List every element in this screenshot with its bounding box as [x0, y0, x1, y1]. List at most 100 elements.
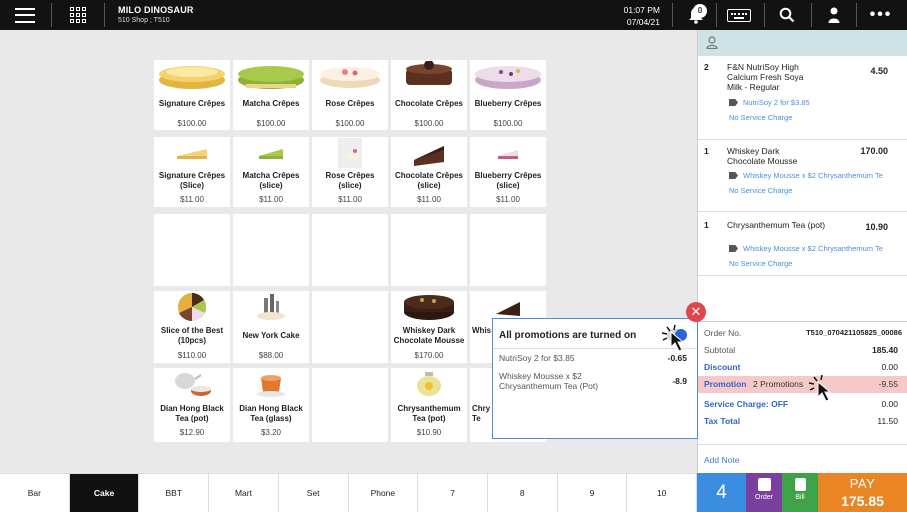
crepe-cake-image [154, 60, 230, 92]
promotion-count[interactable]: 2 Promotions [753, 379, 803, 389]
search-icon[interactable] [766, 0, 808, 30]
rose-slice-image [312, 137, 388, 169]
product-tile[interactable]: Chocolate Crêpes (slice) $11.00 [391, 137, 467, 207]
product-tile[interactable]: Whiskey Dark Chocolate Mousse $170.00 [391, 291, 467, 363]
product-name: Blueberry Crêpes [474, 99, 542, 108]
user-icon[interactable] [814, 0, 854, 30]
product-tile[interactable]: New York Cake $88.00 [233, 291, 309, 363]
promotion-name: Whiskey Mousse x $2 Chrysanthemum Tea (P… [499, 371, 599, 391]
category-tab[interactable]: Bar [0, 474, 70, 512]
product-tile[interactable]: Dian Hong Black Tea (glass) $3.20 [233, 368, 309, 442]
empty-tile [312, 214, 388, 286]
order-item[interactable]: 2 F&N NutriSoy High Calcium Fresh Soya M… [698, 56, 907, 140]
product-tile[interactable]: Signature Crêpes (Slice) $11.00 [154, 137, 230, 207]
item-promotion[interactable]: Whiskey Mousse x $2 Chrysanthemum Te [729, 171, 899, 180]
cursor-pointer-icon [808, 374, 838, 408]
item-service-charge[interactable]: No Service Charge [729, 259, 792, 268]
item-price: 10.90 [865, 222, 888, 232]
product-price: $11.00 [338, 195, 362, 204]
promotion-label[interactable]: Promotion [704, 379, 747, 389]
product-price: $100.00 [493, 119, 523, 128]
blueberry-slice-image [470, 137, 546, 169]
category-tab-active[interactable]: Cake [69, 474, 140, 512]
crepe-slice-image [154, 137, 230, 169]
more-icon[interactable]: ••• [856, 0, 906, 30]
product-tile[interactable]: Signature Crêpes $100.00 [154, 60, 230, 130]
product-price: $170.00 [414, 351, 444, 360]
promotion-row[interactable]: Promotion 2 Promotions -9.55 [698, 376, 907, 393]
product-tile[interactable]: Rose Crêpes $100.00 [312, 60, 388, 130]
tax-label: Tax Total [704, 416, 741, 426]
tag-icon [729, 245, 738, 252]
best-slices-image [154, 291, 230, 323]
keyboard-icon[interactable] [716, 0, 762, 30]
matcha-slice-image [233, 137, 309, 169]
product-price: $100.00 [177, 119, 207, 128]
category-tab[interactable]: 8 [488, 474, 558, 512]
bill-button[interactable]: Bill [782, 473, 818, 512]
item-service-charge[interactable]: No Service Charge [729, 186, 792, 195]
category-tab[interactable]: 10 [627, 474, 698, 512]
product-tile[interactable]: Slice of the Best (10pcs) $110.00 [154, 291, 230, 363]
order-number: T510_070421105825_00086 [806, 328, 902, 337]
divider [104, 3, 105, 27]
subtotal-value: 185.40 [872, 345, 898, 355]
product-price: $12.90 [179, 428, 205, 437]
category-tab[interactable]: Set [279, 474, 349, 512]
close-icon[interactable]: ✕ [686, 302, 706, 322]
blueberry-cake-image [470, 60, 546, 92]
receipt-icon [795, 478, 806, 491]
item-promotion[interactable]: NutriSoy 2 for $3.85 [729, 98, 899, 107]
product-tile[interactable]: Rose Crêpes (slice) $11.00 [312, 137, 388, 207]
item-count-button[interactable]: 4 [697, 473, 746, 512]
divider [698, 321, 907, 322]
item-service-charge[interactable]: No Service Charge [729, 113, 792, 122]
chocolate-slice-image [391, 137, 467, 169]
product-name: Matcha Crêpes [242, 99, 300, 108]
order-button-label: Order [755, 494, 773, 501]
product-name: Signature Crêpes [158, 99, 226, 108]
item-name: Chrysanthemum Tea (pot) [727, 220, 826, 230]
category-tab[interactable]: Mart [209, 474, 279, 512]
order-number-row: Order No. T510_070421105825_00086 [698, 325, 907, 342]
category-tab[interactable]: BBT [139, 474, 210, 512]
product-tile[interactable]: Blueberry Crêpes (slice) $11.00 [470, 137, 546, 207]
service-charge-label[interactable]: Service Charge: OFF [704, 399, 788, 409]
item-promotion[interactable]: Whiskey Mousse x $2 Chrysanthemum Te [729, 244, 899, 253]
product-price: $100.00 [335, 119, 365, 128]
divider [764, 3, 765, 27]
pay-button[interactable]: PAY 175.85 [818, 473, 907, 512]
product-name: Chocolate Crêpes (slice) [394, 171, 464, 190]
product-name: Matcha Crêpes (slice) [242, 171, 300, 190]
category-tab[interactable]: 7 [418, 474, 488, 512]
discount-value: 0.00 [881, 362, 898, 372]
discount-row[interactable]: Discount 0.00 [698, 359, 907, 376]
product-tile[interactable]: Dian Hong Black Tea (pot) $12.90 [154, 368, 230, 442]
tag-icon [729, 99, 738, 106]
add-note-link[interactable]: Add Note [704, 455, 739, 465]
product-tile[interactable]: Chocolate Crêpes $100.00 [391, 60, 467, 130]
order-item[interactable]: 1 Whiskey Dark Chocolate Mousse 170.00 W… [698, 140, 907, 212]
service-charge-row[interactable]: Service Charge: OFF 0.00 [698, 396, 907, 413]
grid-icon[interactable] [58, 0, 98, 30]
person-icon[interactable] [706, 36, 718, 54]
tea-glass-image [233, 368, 309, 400]
product-price: $3.20 [260, 428, 282, 437]
product-name: Signature Crêpes (Slice) [158, 171, 226, 190]
category-tab[interactable]: 9 [558, 474, 628, 512]
item-name: F&N NutriSoy High Calcium Fresh Soya Mil… [727, 62, 804, 92]
category-tab[interactable]: Phone [349, 474, 419, 512]
product-name: Dian Hong Black Tea (glass) [239, 404, 303, 423]
product-name: Whiskey Dark Chocolate Mousse [393, 326, 465, 345]
customer-header[interactable] [698, 30, 907, 56]
hamburger-menu-icon[interactable] [0, 0, 50, 30]
rose-cake-image [312, 60, 388, 92]
discount-label[interactable]: Discount [704, 362, 740, 372]
new-york-cake-image [233, 291, 309, 323]
product-tile[interactable]: Matcha Crêpes $100.00 [233, 60, 309, 130]
order-button[interactable]: Order [746, 473, 782, 512]
order-item[interactable]: 1 Chrysanthemum Tea (pot) 10.90 Whiskey … [698, 212, 907, 276]
product-tile[interactable]: Blueberry Crêpes $100.00 [470, 60, 546, 130]
product-tile[interactable]: Matcha Crêpes (slice) $11.00 [233, 137, 309, 207]
product-tile[interactable]: Chrysanthemum Tea (pot) $10.90 [391, 368, 467, 442]
